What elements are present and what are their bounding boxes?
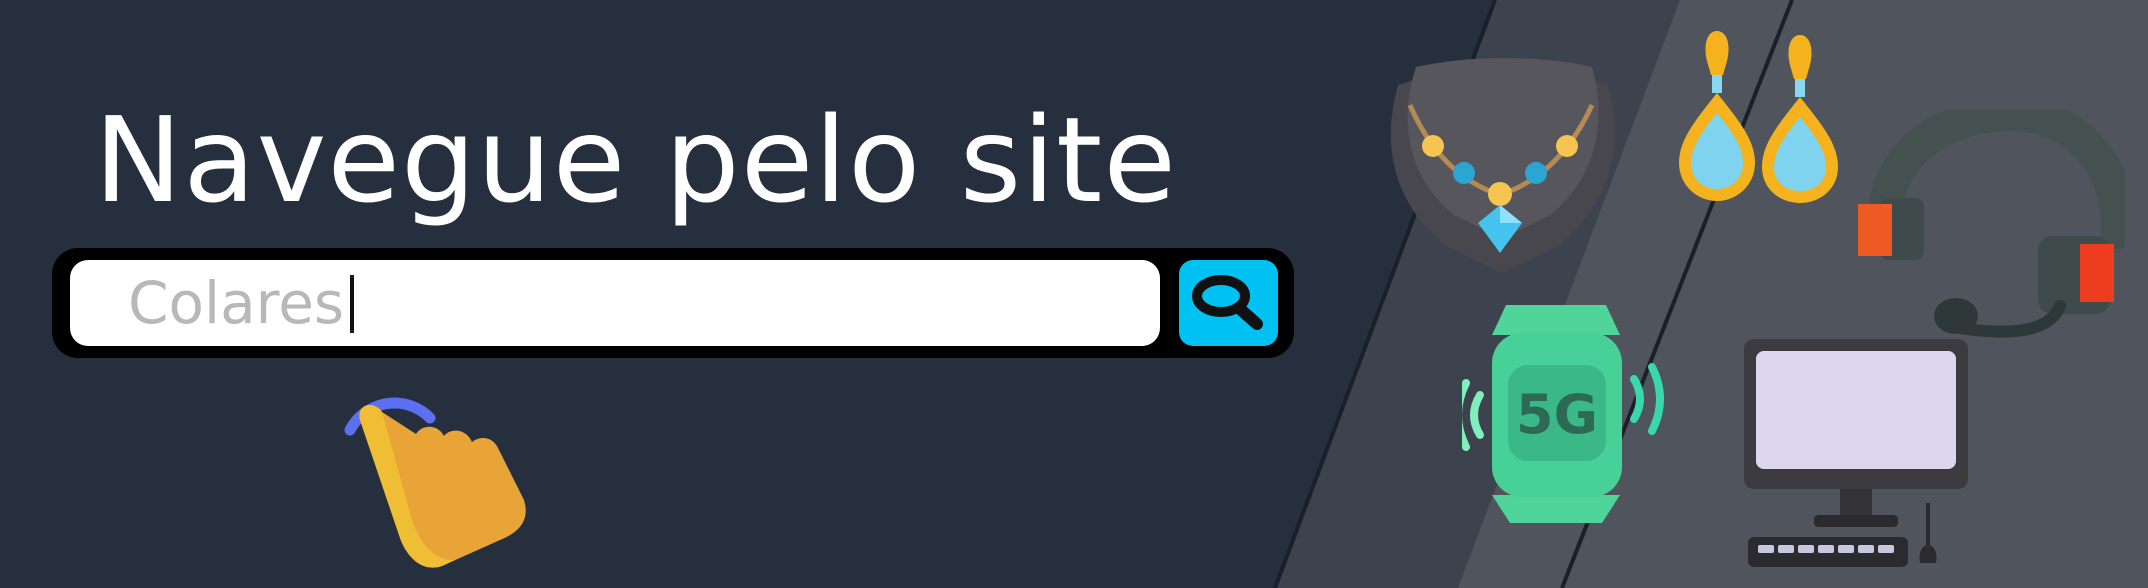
smartwatch-label: 5G — [1516, 383, 1598, 446]
search-input[interactable]: Colares — [70, 260, 1160, 346]
banner: Navegue pelo site Colares 5G — [0, 0, 2148, 588]
headset-icon — [1858, 110, 2125, 338]
pointing-hand-icon — [344, 397, 526, 568]
search-input-value: Colares — [128, 269, 345, 337]
desktop-computer-icon — [1744, 339, 1968, 567]
page-title: Navegue pelo site — [94, 91, 1177, 229]
search-button[interactable] — [1179, 260, 1278, 346]
search-bar: Colares — [52, 248, 1294, 358]
search-icon — [1192, 275, 1263, 330]
necklace-icon — [1390, 58, 1615, 273]
earrings-icon — [1679, 31, 1838, 203]
smartwatch-5g-icon: 5G — [1462, 305, 1664, 523]
text-caret — [350, 275, 355, 333]
